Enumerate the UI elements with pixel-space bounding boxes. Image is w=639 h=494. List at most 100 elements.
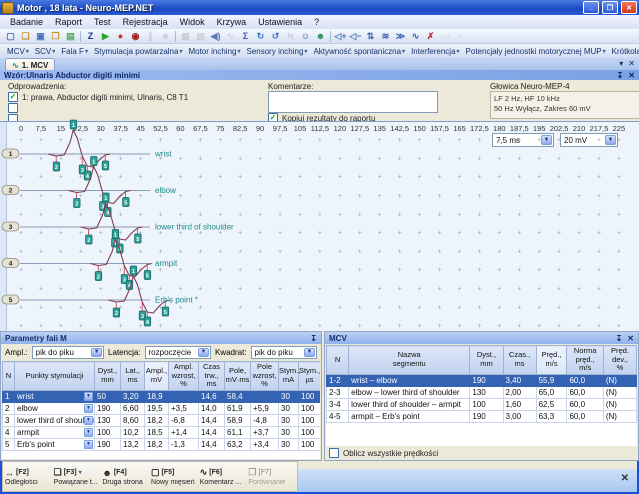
- table-cell[interactable]: 3,00: [503, 410, 536, 422]
- table-cell[interactable]: Erb's point▼: [15, 438, 95, 450]
- table-cell[interactable]: 61,1: [225, 426, 251, 438]
- record-icon[interactable]: ●: [113, 30, 128, 43]
- menu-krzywa[interactable]: Krzywa: [211, 17, 253, 27]
- open-exam-icon[interactable]: ❏: [18, 30, 33, 43]
- monitor2-icon[interactable]: ▧: [193, 30, 208, 43]
- cursor-marker[interactable]: 1: [91, 157, 98, 166]
- patients-icon[interactable]: ☻: [313, 30, 328, 43]
- refresh-icon[interactable]: ↻: [253, 30, 268, 43]
- table-cell[interactable]: 58,9: [225, 414, 251, 426]
- table-cell[interactable]: 14,6: [199, 390, 225, 402]
- test-menu-scv[interactable]: SCV▾: [32, 47, 58, 56]
- speaker-plus-icon[interactable]: ◁+: [333, 30, 348, 43]
- table-cell[interactable]: 130: [470, 386, 503, 398]
- table-cell[interactable]: 65,0: [536, 386, 567, 398]
- table-cell[interactable]: 60,0: [567, 410, 603, 422]
- test-menu-mcv[interactable]: MCV▾: [4, 47, 32, 56]
- table-cell[interactable]: lower third of shoulder▼: [15, 414, 95, 426]
- table-cell[interactable]: 63,2: [225, 438, 251, 450]
- cursor-marker[interactable]: 1: [112, 230, 119, 239]
- table-cell[interactable]: 4-5: [327, 410, 349, 422]
- table-cell[interactable]: 30: [279, 438, 299, 450]
- table-cell[interactable]: 190: [470, 374, 503, 386]
- chevron-down-icon[interactable]: ▼: [84, 392, 93, 401]
- table-cell[interactable]: +3,7: [251, 426, 279, 438]
- cursor-marker[interactable]: 5: [102, 161, 109, 170]
- table-cell[interactable]: 1-2: [327, 374, 349, 386]
- menu-widok[interactable]: Widok: [174, 17, 211, 27]
- table-cell[interactable]: 6,60: [121, 402, 145, 414]
- cursor-marker[interactable]: 2: [86, 235, 93, 244]
- table-cell[interactable]: armpit▼: [15, 426, 95, 438]
- chevron-down-icon[interactable]: ▼: [91, 348, 102, 357]
- selection-icon[interactable]: ▫: [453, 30, 468, 43]
- table-row[interactable]: 1-2wrist – elbow1903,4055,960,0(N): [327, 374, 637, 386]
- table-cell[interactable]: 190: [95, 438, 121, 450]
- table-cell[interactable]: 2-3: [327, 386, 349, 398]
- cursor-marker[interactable]: 2: [53, 162, 60, 171]
- cursor-marker[interactable]: 2: [74, 199, 81, 208]
- table-row[interactable]: 3lower third of shoulder▼1308,6018,2-6,8…: [3, 414, 321, 426]
- cursor-marker[interactable]: 4: [144, 317, 151, 326]
- table-cell[interactable]: 3-4: [327, 398, 349, 410]
- cursor-marker[interactable]: 5: [144, 271, 151, 280]
- table-cell[interactable]: 5: [3, 438, 15, 450]
- table-cell[interactable]: (N): [603, 410, 636, 422]
- table-cell[interactable]: 30: [279, 426, 299, 438]
- test-menu-sensory-inching[interactable]: Sensory inching▾: [244, 47, 311, 56]
- table-cell[interactable]: wrist▼: [15, 390, 95, 402]
- table-cell[interactable]: 30: [279, 414, 299, 426]
- cursor-marker[interactable]: 2: [95, 272, 102, 281]
- new-exam-icon[interactable]: ▢: [3, 30, 18, 43]
- fkey-button-powi-zane-t[interactable]: ❏[F3]▾ Powiązane t...: [54, 464, 101, 490]
- table-cell[interactable]: -1,3: [169, 438, 199, 450]
- cursor-marker[interactable]: 5: [123, 198, 130, 207]
- trace-badge[interactable]: 4: [2, 259, 19, 268]
- table-cell[interactable]: 13,2: [121, 438, 145, 450]
- rotate-icon[interactable]: ↺: [268, 30, 283, 43]
- impedance-icon[interactable]: Z: [83, 30, 98, 43]
- menu-raport[interactable]: Raport: [49, 17, 88, 27]
- test-menu-aktywno-spontaniczna[interactable]: Aktywność spontaniczna▾: [310, 47, 408, 56]
- table-row[interactable]: 3-4lower third of shoulder – armpit1001,…: [327, 398, 637, 410]
- table-cell[interactable]: 4: [3, 426, 15, 438]
- speaker-minus-icon[interactable]: ◁−: [348, 30, 363, 43]
- table-cell[interactable]: 62,5: [536, 398, 567, 410]
- table-cell[interactable]: 58,4: [225, 390, 251, 402]
- table-cell[interactable]: (N): [603, 374, 636, 386]
- menu-[interactable]: ?: [308, 17, 325, 27]
- table-cell[interactable]: 60,0: [567, 386, 603, 398]
- trigger-icon[interactable]: ∿: [223, 30, 238, 43]
- cursor-marker[interactable]: 1: [130, 266, 137, 275]
- table-row[interactable]: 2elbow▼1906,6019,5+3,514,061,9+5,930100: [3, 402, 321, 414]
- table-cell[interactable]: 130: [95, 414, 121, 426]
- align-curves-icon[interactable]: ⇅: [363, 30, 378, 43]
- table-cell[interactable]: elbow▼: [15, 402, 95, 414]
- trace-badge[interactable]: 2: [2, 186, 19, 195]
- chevron-down-icon[interactable]: ▼: [304, 348, 315, 357]
- table-cell[interactable]: 30: [279, 402, 299, 414]
- stimulus-icon[interactable]: Ϟ: [283, 30, 298, 43]
- table-cell[interactable]: 60,0: [567, 374, 603, 386]
- table-cell[interactable]: 100: [299, 414, 321, 426]
- table-cell[interactable]: 60,0: [567, 398, 603, 410]
- table-cell[interactable]: 55,9: [536, 374, 567, 386]
- table-cell[interactable]: 8,60: [121, 414, 145, 426]
- table-cell[interactable]: 61,9: [225, 402, 251, 414]
- table-cell[interactable]: (N): [603, 386, 636, 398]
- more-icon[interactable]: ⋯: [438, 30, 453, 43]
- monitor-icon[interactable]: ▦: [178, 30, 193, 43]
- chevron-down-icon[interactable]: ▼: [84, 440, 93, 449]
- curve-icon[interactable]: ∿: [408, 30, 423, 43]
- table-cell[interactable]: +1,4: [169, 426, 199, 438]
- table-cell[interactable]: wrist – elbow: [349, 374, 470, 386]
- table-cell[interactable]: 100: [299, 402, 321, 414]
- comments-input[interactable]: [268, 91, 438, 113]
- lead-checkbox[interactable]: ✓: [8, 92, 18, 102]
- trace-badge[interactable]: 3: [2, 222, 19, 231]
- cursor-marker[interactable]: 4: [84, 171, 91, 180]
- chevron-down-icon[interactable]: ▼: [84, 416, 93, 425]
- table-cell[interactable]: 3: [3, 414, 15, 426]
- chevron-down-icon[interactable]: ▼: [84, 404, 93, 413]
- table-cell[interactable]: 14,4: [199, 414, 225, 426]
